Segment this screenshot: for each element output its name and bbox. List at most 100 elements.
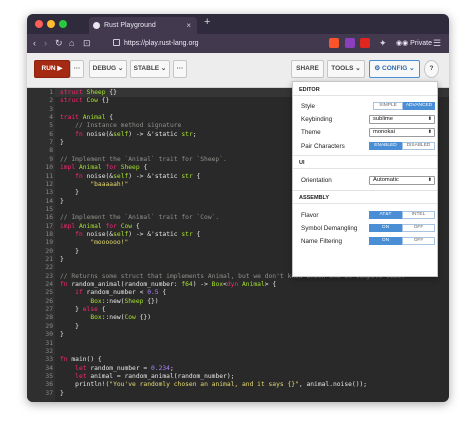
pair-enabled-toggle[interactable]: ENABLED: [369, 142, 402, 150]
filter-on-toggle[interactable]: ON: [369, 237, 402, 245]
keybinding-select[interactable]: sublime ⬍: [369, 115, 435, 124]
symbol-demangling-label: Symbol Demangling: [301, 225, 358, 232]
favicon-icon: [93, 22, 100, 29]
theme-select[interactable]: monokai ⬍: [369, 128, 435, 137]
code-line: }: [60, 331, 64, 339]
private-label: Private: [410, 40, 432, 47]
line-number: 14: [45, 197, 53, 205]
line-number: 27: [45, 306, 53, 314]
line-number: 34: [45, 364, 53, 372]
line-number: 6: [49, 130, 53, 138]
advanced-options-button[interactable]: ···: [173, 60, 187, 78]
line-number: 24: [45, 281, 53, 289]
brave-shield-icon[interactable]: [329, 38, 339, 48]
code-line: }: [60, 189, 79, 197]
orientation-select[interactable]: Automatic ⬍: [369, 176, 435, 185]
line-number: 10: [45, 164, 53, 172]
line-number: 11: [45, 172, 53, 180]
private-badge: ◉◉ Private: [396, 37, 432, 50]
line-number: 20: [45, 247, 53, 255]
code-line: struct Sheep {}: [60, 89, 117, 96]
code-line: println!("You've randomly chosen an anim…: [60, 381, 368, 389]
code-line: }: [60, 247, 79, 255]
orientation-label: Orientation: [301, 177, 332, 184]
code-line: Box::new(Cow {}): [90, 314, 152, 322]
ui-section-heading: UI: [299, 160, 305, 166]
demangle-off-toggle[interactable]: OFF: [402, 224, 435, 232]
line-number: 3: [49, 105, 53, 113]
menu-icon[interactable]: ☰: [433, 37, 441, 50]
code-line: struct Cow {}: [60, 97, 110, 105]
code-line: impl Animal for Cow {: [60, 222, 140, 230]
channel-dropdown[interactable]: STABLE ⌄: [130, 60, 170, 78]
divider: [293, 190, 437, 191]
config-menu: EDITOR Style SIMPLE ADVANCED Keybinding …: [292, 81, 438, 277]
home-icon[interactable]: ⌂: [69, 37, 74, 50]
line-number: 8: [49, 147, 53, 155]
line-number: 21: [45, 256, 53, 263]
browser-tab[interactable]: Rust Playground ×: [89, 17, 197, 34]
filter-off-toggle[interactable]: OFF: [402, 237, 435, 245]
bookmark-icon[interactable]: ⊡: [83, 37, 91, 50]
help-button[interactable]: ?: [424, 60, 439, 78]
line-number: 35: [45, 372, 53, 380]
pair-characters-label: Pair Characters: [301, 143, 345, 150]
code-line: }: [60, 197, 64, 205]
line-number: 12: [45, 180, 53, 188]
divider: [293, 95, 437, 96]
flavor-intel-toggle[interactable]: INTEL: [402, 211, 435, 219]
code-line: }: [60, 322, 79, 330]
flavor-label: Flavor: [301, 212, 319, 219]
style-advanced-toggle[interactable]: ADVANCED: [403, 102, 435, 110]
maximize-window-icon[interactable]: [59, 20, 67, 28]
config-dropdown[interactable]: ⚙ CONFIG ⌄: [369, 60, 420, 78]
tools-dropdown[interactable]: TOOLS ⌄: [327, 60, 365, 78]
back-icon[interactable]: ‹: [33, 37, 36, 50]
code-line: "baaaaah!": [90, 180, 129, 188]
new-tab-button[interactable]: +: [204, 16, 210, 28]
code-line: trait Animal {: [60, 114, 114, 122]
line-number: 15: [45, 205, 53, 213]
line-number: 2: [49, 97, 53, 105]
run-button[interactable]: RUN ▶: [34, 60, 70, 78]
line-number: 28: [45, 314, 53, 322]
line-number: 29: [45, 322, 53, 330]
code-line: }: [60, 256, 64, 263]
demangle-on-toggle[interactable]: ON: [369, 224, 402, 232]
style-simple-toggle[interactable]: SIMPLE: [373, 102, 403, 110]
pair-disabled-toggle[interactable]: DISABLED: [402, 142, 435, 150]
code-line: let random_number = 0.234;: [75, 364, 174, 372]
close-window-icon[interactable]: [35, 20, 43, 28]
assembly-section-heading: ASSEMBLY: [299, 195, 330, 201]
line-number: 9: [49, 155, 53, 163]
share-button[interactable]: SHARE: [291, 60, 324, 78]
extension-icon[interactable]: [360, 38, 370, 48]
code-line: impl Animal for Sheep {: [60, 164, 148, 172]
orientation-value: Automatic: [373, 177, 399, 183]
select-caret-icon: ⬍: [427, 177, 432, 183]
line-number: 7: [49, 139, 53, 147]
address-bar[interactable]: https://play.rust-lang.org: [113, 37, 301, 50]
mode-dropdown[interactable]: DEBUG ⌄: [89, 60, 127, 78]
code-line: Box::new(Sheep {}): [90, 297, 159, 305]
forward-icon[interactable]: ›: [44, 37, 47, 50]
keybinding-value: sublime: [373, 116, 393, 122]
code-line: "moooooo!": [90, 239, 129, 247]
line-number: 30: [45, 331, 53, 339]
code-line: fn noise(&self) -> &'static str {: [75, 230, 201, 238]
minimize-window-icon[interactable]: [47, 20, 55, 28]
rewards-icon[interactable]: [345, 38, 355, 48]
nav-bar: ‹ › ↻ ⌂ ⊡ https://play.rust-lang.org ✦ ◉…: [27, 34, 449, 53]
line-number: 5: [49, 122, 53, 130]
line-number: 23: [45, 272, 53, 280]
run-more-button[interactable]: ···: [70, 60, 84, 78]
lock-icon: [113, 39, 120, 46]
tab-title: Rust Playground: [104, 22, 156, 29]
line-number: 13: [45, 189, 53, 197]
reload-icon[interactable]: ↻: [55, 37, 63, 50]
flavor-att-toggle[interactable]: AT&T: [369, 211, 402, 219]
code-line: // Instance method signature: [75, 122, 182, 130]
tab-close-icon[interactable]: ×: [186, 17, 191, 34]
code-line: } else {: [60, 306, 106, 314]
extensions-icon[interactable]: ✦: [379, 37, 387, 50]
